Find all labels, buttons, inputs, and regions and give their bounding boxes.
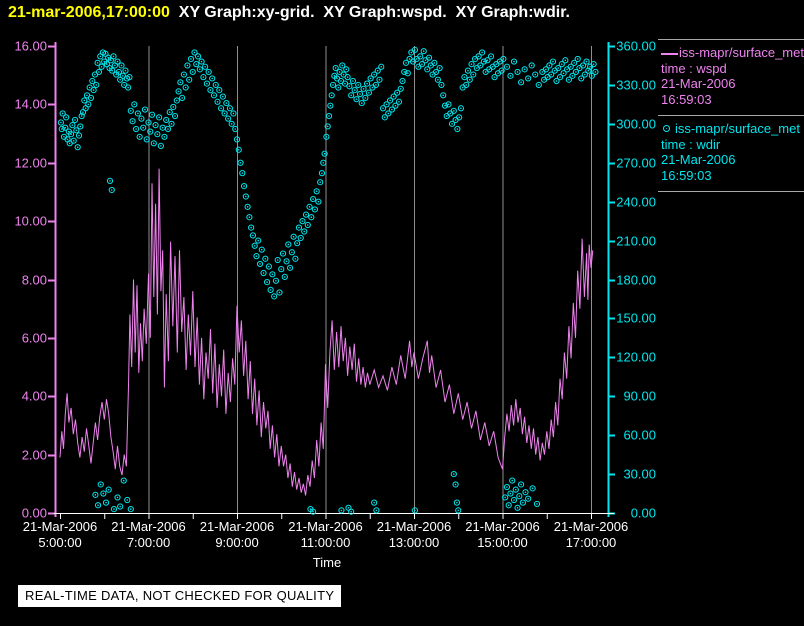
svg-text:150.00: 150.00 [616,311,656,326]
legend-field: time : wspd [661,60,727,76]
svg-text:14.00: 14.00 [14,97,47,112]
legend-entry-wspd[interactable]: iss-mapr/surface_met time : wspd 21-Mar-… [658,40,804,115]
legend-date: 21-Mar-2006 [661,76,736,91]
gridlines [148,46,592,513]
svg-text:0.00: 0.00 [631,506,656,521]
wdir-circle-swatch-icon [663,125,670,132]
svg-text:330.00: 330.00 [616,78,656,93]
legend-source-line: iss-mapr/surface_met [661,45,804,61]
svg-text:16.00: 16.00 [14,39,47,54]
wdir-scatter-series [57,46,599,515]
svg-text:21-Mar-2006: 21-Mar-2006 [377,519,451,534]
legend-source-line: iss-mapr/surface_met [661,121,804,137]
quality-notice: REAL-TIME DATA, NOT CHECKED FOR QUALITY [18,585,342,607]
wspd-line-swatch-icon [661,52,678,55]
svg-text:4.00: 4.00 [22,389,47,404]
svg-text:240.00: 240.00 [616,195,656,210]
svg-text:12.00: 12.00 [14,156,47,171]
legend-time: 16:59:03 [661,91,712,107]
legend-source: iss-mapr/surface_met [675,121,800,136]
legend-entry-wdir[interactable]: iss-mapr/surface_met time : wdir 21-Mar-… [658,116,804,191]
svg-text:270.00: 270.00 [616,156,656,171]
svg-text:7:00:00: 7:00:00 [127,535,170,550]
svg-text:17:00:00: 17:00:00 [566,535,617,550]
x-axis-time: 21-Mar-20065:00:0021-Mar-20067:00:0021-M… [23,513,628,550]
svg-text:8.00: 8.00 [22,273,47,288]
svg-text:21-Mar-2006: 21-Mar-2006 [200,519,274,534]
legend-source: iss-mapr/surface_met [679,45,804,60]
legend-time: 16:59:03 [661,167,712,183]
svg-text:180.00: 180.00 [616,273,656,288]
svg-text:21-Mar-2006: 21-Mar-2006 [288,519,362,534]
svg-text:90.00: 90.00 [623,389,656,404]
svg-text:21-Mar-2006: 21-Mar-2006 [554,519,628,534]
svg-text:360.00: 360.00 [616,39,656,54]
legend-field: time : wdir [661,136,721,152]
svg-text:21-Mar-2006: 21-Mar-2006 [111,519,185,534]
svg-text:21-Mar-2006: 21-Mar-2006 [465,519,539,534]
svg-text:15:00:00: 15:00:00 [477,535,528,550]
svg-text:120.00: 120.00 [616,350,656,365]
svg-text:60.00: 60.00 [623,428,656,443]
svg-text:9:00:00: 9:00:00 [215,535,258,550]
legend-date: 21-Mar-2006 [661,152,736,167]
right-axis-wdir: 0.00 30.00 60.00 90.00 120.00 150.00 180.00 210… [607,39,656,521]
svg-text:10.00: 10.00 [14,214,47,229]
svg-text:21-Mar-2006: 21-Mar-2006 [23,519,97,534]
svg-text:5:00:00: 5:00:00 [38,535,81,550]
x-axis-title: Time [312,555,342,570]
legend-divider [658,191,804,192]
svg-text:300.00: 300.00 [616,117,656,132]
svg-text:2.00: 2.00 [22,448,47,463]
legend-panel: iss-mapr/surface_met time : wspd 21-Mar-… [658,39,804,192]
svg-text:210.00: 210.00 [616,234,656,249]
title-bar: 21-mar-2006,17:00:00 XY Graph:xy-grid. X… [8,4,570,22]
left-axis-wspd: 0.002.004.006.008.0010.0012.0014.0016.00 [14,39,57,521]
svg-text:30.00: 30.00 [623,467,656,482]
title-graph-names: XY Graph:xy-grid. XY Graph:wspd. XY Grap… [169,4,570,21]
svg-text:13:00:00: 13:00:00 [389,535,440,550]
svg-text:11:00:00: 11:00:00 [301,535,351,550]
title-datetime: 21-mar-2006,17:00:00 [8,4,170,21]
svg-text:6.00: 6.00 [22,331,47,346]
